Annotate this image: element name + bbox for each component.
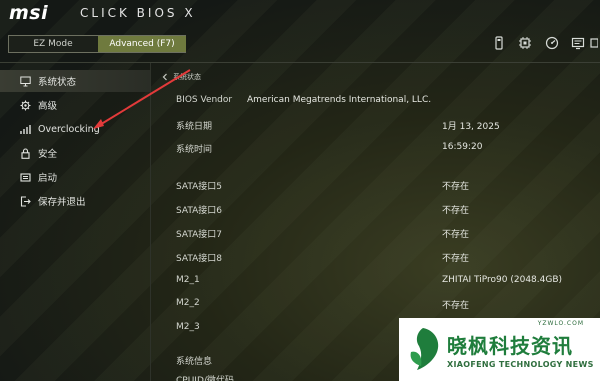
- exit-icon: [19, 195, 32, 208]
- breadcrumb: 系统状态: [161, 72, 201, 82]
- msi-logo: msi: [9, 2, 49, 24]
- ez-mode-tab[interactable]: EZ Mode: [9, 36, 97, 52]
- sidebar-item-advanced[interactable]: 高级: [0, 94, 150, 116]
- sidebar-item-boot[interactable]: 启动: [0, 166, 150, 188]
- sidebar-item-label: Overclocking: [38, 123, 100, 135]
- watermark-name-en: XIAOFENG TECHNOLOGY NEWS: [447, 360, 594, 369]
- cpu-icon[interactable]: [518, 36, 532, 50]
- system-info-label: 系统信息: [176, 357, 213, 367]
- sidebar-item-save-exit[interactable]: 保存并退出: [0, 190, 150, 212]
- sata-port-value: 不存在: [442, 182, 470, 192]
- gear-icon: [19, 99, 32, 112]
- sata-port-row: SATA接口6 不存在: [151, 203, 600, 219]
- sata-port-label: SATA接口7: [176, 230, 223, 240]
- sata-port-row: SATA接口5 不存在: [151, 179, 600, 195]
- leaf-logo-icon: [410, 328, 439, 370]
- sata-port-row: SATA接口7 不存在: [151, 227, 600, 243]
- boot-icon: [19, 171, 32, 184]
- sata-port-value: 不存在: [442, 230, 470, 240]
- m2-slot-label: M2_1: [176, 275, 200, 285]
- m2-slot-value: 不存在: [442, 301, 470, 311]
- m2-slot-row: M2_2 不存在: [151, 298, 600, 314]
- back-icon[interactable]: [161, 73, 169, 81]
- monitor-icon: [19, 75, 32, 88]
- m2-slot-row: M2_1 ZHITAI TiPro90 (2048.4GB): [151, 275, 600, 291]
- sidebar-item-system-status[interactable]: 系统状态: [0, 70, 150, 92]
- sata-port-label: SATA接口8: [176, 254, 223, 264]
- sidebar-item-label: 安全: [38, 149, 58, 160]
- sidebar-item-label: 高级: [38, 101, 58, 112]
- sata-port-row: SATA接口8 不存在: [151, 251, 600, 267]
- bios-vendor-label: BIOS Vendor: [176, 95, 233, 105]
- system-date-value[interactable]: 1月 13, 2025: [442, 119, 500, 132]
- watermark-name-cn: 晓枫科技资讯: [447, 334, 573, 358]
- m2-slot-label: M2_3: [176, 322, 200, 332]
- advanced-mode-tab[interactable]: Advanced (F7): [98, 36, 186, 52]
- breadcrumb-label: 系统状态: [173, 73, 201, 81]
- bios-vendor-value: American Megatrends International, LLC.: [247, 95, 432, 105]
- sidebar-item-overclocking[interactable]: Overclocking: [0, 118, 150, 140]
- bios-vendor-row: BIOS Vendor American Megatrends Internat…: [151, 95, 600, 111]
- usb-drive-icon[interactable]: [492, 36, 506, 50]
- sidebar-item-label: 启动: [38, 173, 58, 184]
- sata-port-label: SATA接口5: [176, 182, 223, 192]
- mode-switch: EZ Mode Advanced (F7): [8, 35, 186, 53]
- chart-icon: [19, 123, 32, 136]
- watermark: YZWLO.COM 晓枫科技资讯 XIAOFENG TECHNOLOGY NEW…: [399, 318, 600, 381]
- sata-port-value: 不存在: [442, 254, 470, 264]
- monitor-icon[interactable]: [571, 36, 585, 50]
- cpuid-label: CPUID/微代码: [176, 376, 234, 381]
- sidebar: 系统状态 高级 Overclocking 安全 启动 保存并退出: [0, 68, 150, 381]
- bios-title: CLICK BIOS X: [80, 6, 196, 20]
- sidebar-item-label: 保存并退出: [38, 197, 86, 208]
- m2-slot-label: M2_2: [176, 298, 200, 308]
- system-time-label: 系统时间: [176, 145, 213, 155]
- m2-slot-value: ZHITAI TiPro90 (2048.4GB): [442, 275, 563, 285]
- header: msi CLICK BIOS X EZ Mode Advanced (F7): [0, 0, 600, 62]
- system-time-value[interactable]: 16:59:20: [442, 142, 482, 152]
- sata-port-label: SATA接口6: [176, 206, 223, 216]
- system-date-label: 系统日期: [176, 122, 213, 132]
- watermark-site: YZWLO.COM: [537, 320, 584, 327]
- sidebar-item-security[interactable]: 安全: [0, 142, 150, 164]
- lock-icon: [19, 147, 32, 160]
- sata-port-value: 不存在: [442, 206, 470, 216]
- more-icon[interactable]: [590, 36, 598, 50]
- gauge-icon[interactable]: [545, 36, 559, 50]
- sidebar-item-label: 系统状态: [38, 77, 77, 88]
- system-time-row[interactable]: 系统时间 16:59:20: [151, 142, 600, 158]
- system-date-row[interactable]: 系统日期 1月 13, 2025: [151, 119, 600, 135]
